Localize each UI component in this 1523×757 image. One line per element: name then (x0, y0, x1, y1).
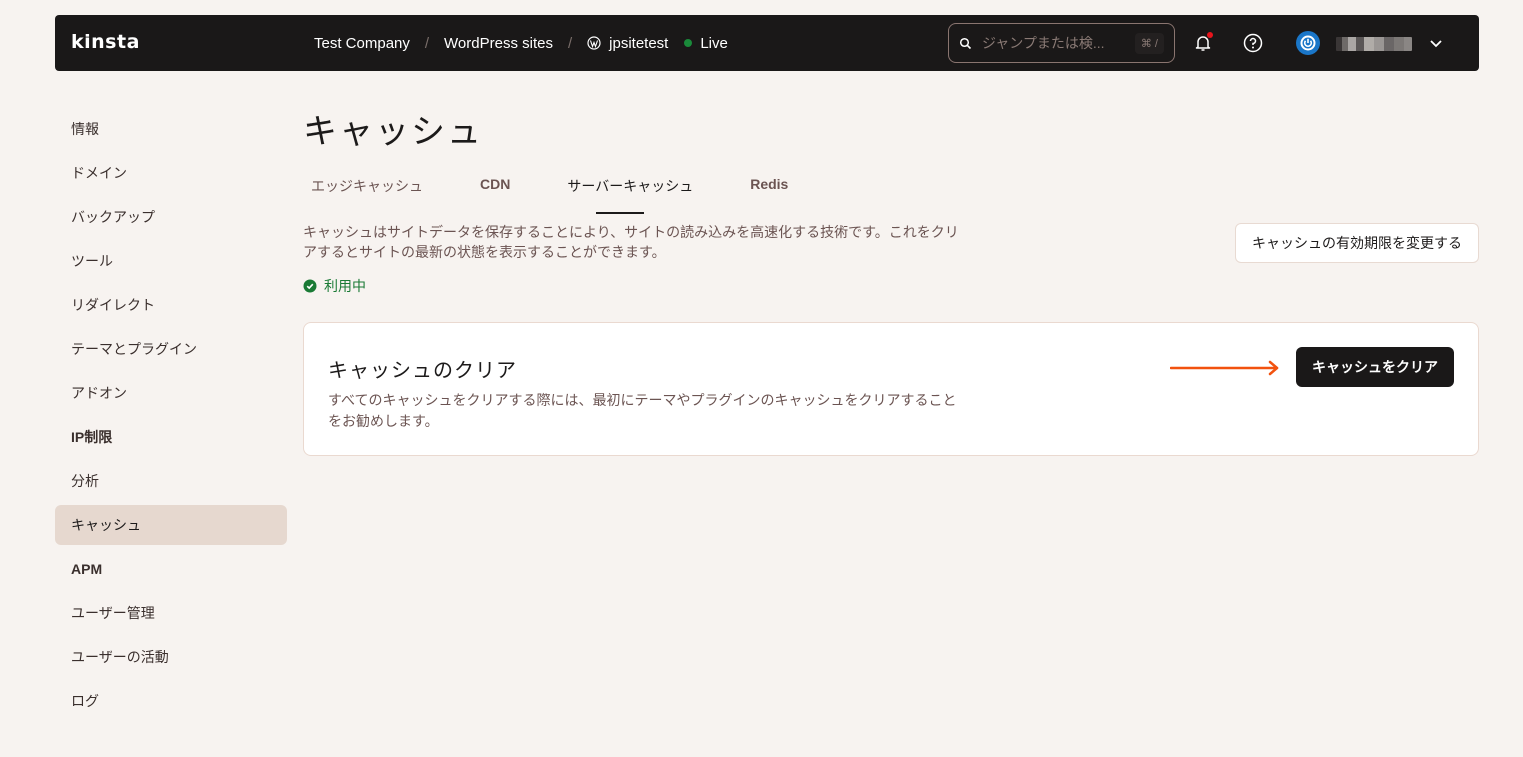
cache-status: 利用中 (303, 276, 366, 296)
search-icon (959, 37, 972, 49)
sidebar-item-info[interactable]: 情報 (55, 109, 287, 149)
arrow-right-icon (1170, 360, 1279, 376)
avatar[interactable] (1296, 31, 1320, 55)
cache-description: キャッシュはサイトデータを保存することにより、サイトの読み込みを高速化する技術で… (303, 222, 963, 262)
clear-cache-description-line: をお勧めします。 (328, 413, 439, 429)
sidebar-item-addons[interactable]: アドオン (55, 373, 287, 413)
username-redacted[interactable] (1336, 37, 1412, 51)
sidebar-item-domains[interactable]: ドメイン (55, 153, 287, 193)
sidebar-item-analytics[interactable]: 分析 (55, 461, 287, 501)
environment-label[interactable]: Live (700, 35, 728, 52)
tab-cdn[interactable]: CDN (472, 172, 518, 204)
sidebar-item-ip-deny[interactable]: IP制限 (55, 417, 287, 457)
live-status-dot (684, 39, 693, 47)
kinsta-logo[interactable]: kinsta (71, 31, 140, 53)
tab-redis[interactable]: Redis (742, 172, 796, 204)
breadcrumb: Test Company / WordPress sites / jpsitet… (314, 15, 728, 71)
sidebar-item-user-management[interactable]: ユーザー管理 (55, 593, 287, 633)
tab-server-cache[interactable]: サーバーキャッシュ (559, 172, 701, 214)
status-label: 利用中 (324, 278, 366, 294)
clear-cache-card: キャッシュのクリア すべてのキャッシュをクリアする際には、最初にテーマやプラグイ… (303, 322, 1479, 456)
check-circle-icon (303, 279, 317, 293)
help-button[interactable] (1241, 31, 1265, 55)
cache-tabs: エッジキャッシュ CDN サーバーキャッシュ Redis (303, 172, 837, 214)
breadcrumb-separator: / (424, 34, 430, 52)
sidebar-item-cache[interactable]: キャッシュ (55, 505, 287, 545)
sidebar-item-user-activity[interactable]: ユーザーの活動 (55, 637, 287, 677)
cache-description-line: アするとサイトの最新の状態を表示することができます。 (303, 244, 666, 260)
sidebar-item-apm[interactable]: APM (55, 549, 287, 589)
sidebar-item-themes-plugins[interactable]: テーマとプラグイン (55, 329, 287, 369)
help-circle-icon (1243, 33, 1263, 53)
sidebar-item-logs[interactable]: ログ (55, 681, 287, 721)
tab-edge-cache[interactable]: エッジキャッシュ (303, 172, 431, 204)
search-input[interactable]: ジャンプまたは検... ⌘ / (948, 23, 1175, 63)
notification-badge (1207, 32, 1213, 38)
cache-description-line: キャッシュはサイトデータを保存することにより、サイトの読み込みを高速化する技術で… (303, 224, 959, 240)
breadcrumb-separator: / (567, 34, 573, 52)
chevron-down-icon[interactable] (1428, 35, 1444, 51)
notifications-button[interactable] (1191, 31, 1215, 55)
sidebar-item-redirects[interactable]: リダイレクト (55, 285, 287, 325)
wordpress-icon (587, 36, 601, 50)
page-title: キャッシュ (303, 113, 483, 151)
clear-cache-description: すべてのキャッシュをクリアする際には、最初にテーマやプラグインのキャッシュをクリ… (328, 390, 968, 432)
change-cache-expiry-button[interactable]: キャッシュの有効期限を変更する (1235, 223, 1479, 263)
breadcrumb-company[interactable]: Test Company (314, 35, 410, 52)
sidebar-navigation: 情報 ドメイン バックアップ ツール リダイレクト テーマとプラグイン アドオン… (55, 109, 287, 725)
sidebar-item-tools[interactable]: ツール (55, 241, 287, 281)
top-navigation-bar: kinsta Test Company / WordPress sites / … (55, 15, 1479, 71)
breadcrumb-wordpress-sites[interactable]: WordPress sites (444, 35, 553, 52)
keyboard-shortcut-hint: ⌘ / (1134, 32, 1164, 54)
power-icon (1300, 35, 1316, 51)
breadcrumb-site[interactable]: jpsitetest (609, 35, 668, 52)
clear-cache-description-line: すべてのキャッシュをクリアする際には、最初にテーマやプラグインのキャッシュをクリ… (328, 392, 957, 408)
sidebar-item-backups[interactable]: バックアップ (55, 197, 287, 237)
clear-cache-title: キャッシュのクリア (328, 360, 517, 382)
search-placeholder: ジャンプまたは検... (982, 35, 1105, 51)
clear-cache-button[interactable]: キャッシュをクリア (1296, 347, 1454, 387)
